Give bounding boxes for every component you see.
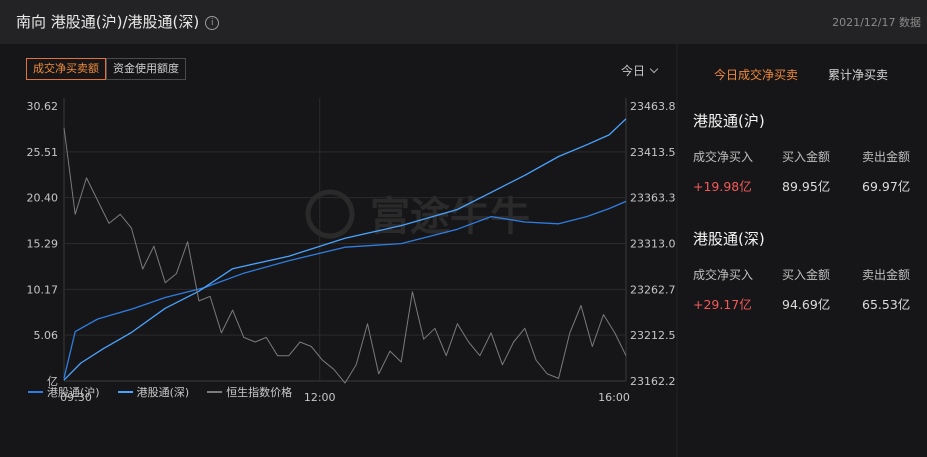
y-right-tick-label: 23162.2 <box>630 375 676 388</box>
label-sell-amount-sz: 卖出金额 <box>862 268 911 282</box>
legend-item-sh[interactable]: 港股通(沪) <box>28 384 100 400</box>
section-title-sh: 港股通(沪) <box>693 112 765 130</box>
label-net-buy-sz: 成交净买入 <box>693 268 754 282</box>
info-icon[interactable]: i <box>205 16 220 30</box>
label-sell-amount-sh: 卖出金额 <box>862 150 911 164</box>
tab-today-net[interactable]: 今日成交净买卖 <box>714 66 798 83</box>
legend-item-hsi[interactable]: 恒生指数价格 <box>207 384 292 400</box>
value-buy-amount-sh: 89.95亿 <box>782 179 831 194</box>
y-left-tick-label: 15.29 <box>27 238 59 251</box>
series-line-sz <box>63 118 627 381</box>
chart-legend: 港股通(沪) 港股通(深) 恒生指数价格 <box>28 384 292 400</box>
y-left-tick-label: 20.40 <box>27 192 59 205</box>
label-buy-amount-sz: 买入金额 <box>782 268 831 282</box>
page-title: 南向 港股通(沪)/港股通(深) i <box>16 11 220 32</box>
value-buy-amount-sz: 94.69亿 <box>782 297 831 312</box>
label-net-buy-sh: 成交净买入 <box>693 150 754 164</box>
legend-swatch-sz <box>117 391 133 393</box>
watermark-logo-icon <box>305 189 355 239</box>
watermark-text: 富途牛牛 <box>370 194 530 240</box>
y-right-tick-label: 23262.7 <box>630 283 676 296</box>
y-left-tick-label: 5.06 <box>34 329 59 342</box>
flow-chart: 30.62 23463.8 25.51 23413.5 20.40 23363.3 15.2… <box>27 98 676 404</box>
x-tick-label: 12:00 <box>304 391 336 404</box>
y-left-tick-label: 25.51 <box>27 146 59 159</box>
summary-panel: 今日成交净买卖 累计净买卖 港股通(沪) 成交净买入 买入金额 卖出金额 +19… <box>678 44 927 457</box>
section-title-sz: 港股通(深) <box>693 230 765 248</box>
data-date: 2021/12/17 数据 <box>832 16 921 29</box>
y-right-tick-label: 23413.5 <box>630 146 676 159</box>
x-tick-label: 16:00 <box>598 391 630 404</box>
tab-cumulative-net[interactable]: 累计净买卖 <box>828 66 888 83</box>
y-right-tick-label: 23463.8 <box>630 100 676 113</box>
value-net-buy-sz: +29.17亿 <box>693 297 752 312</box>
label-buy-amount-sh: 买入金额 <box>782 150 831 164</box>
value-net-buy-sh: +19.98亿 <box>693 179 752 194</box>
y-right-tick-label: 23363.3 <box>630 192 676 205</box>
y-right-tick-label: 23212.5 <box>630 329 676 342</box>
value-sell-amount-sz: 65.53亿 <box>862 297 911 312</box>
value-sell-amount-sh: 69.97亿 <box>862 179 911 194</box>
legend-item-sz[interactable]: 港股通(深) <box>117 384 189 400</box>
legend-swatch-hsi <box>207 391 223 393</box>
y-left-tick-label: 10.17 <box>27 283 59 296</box>
legend-swatch-sh <box>28 391 43 393</box>
y-right-tick-label: 23313.0 <box>630 238 676 251</box>
y-left-tick-label: 30.62 <box>27 100 59 113</box>
header-bar: 南向 港股通(沪)/港股通(深) i 2021/12/17 数据 <box>0 0 927 44</box>
